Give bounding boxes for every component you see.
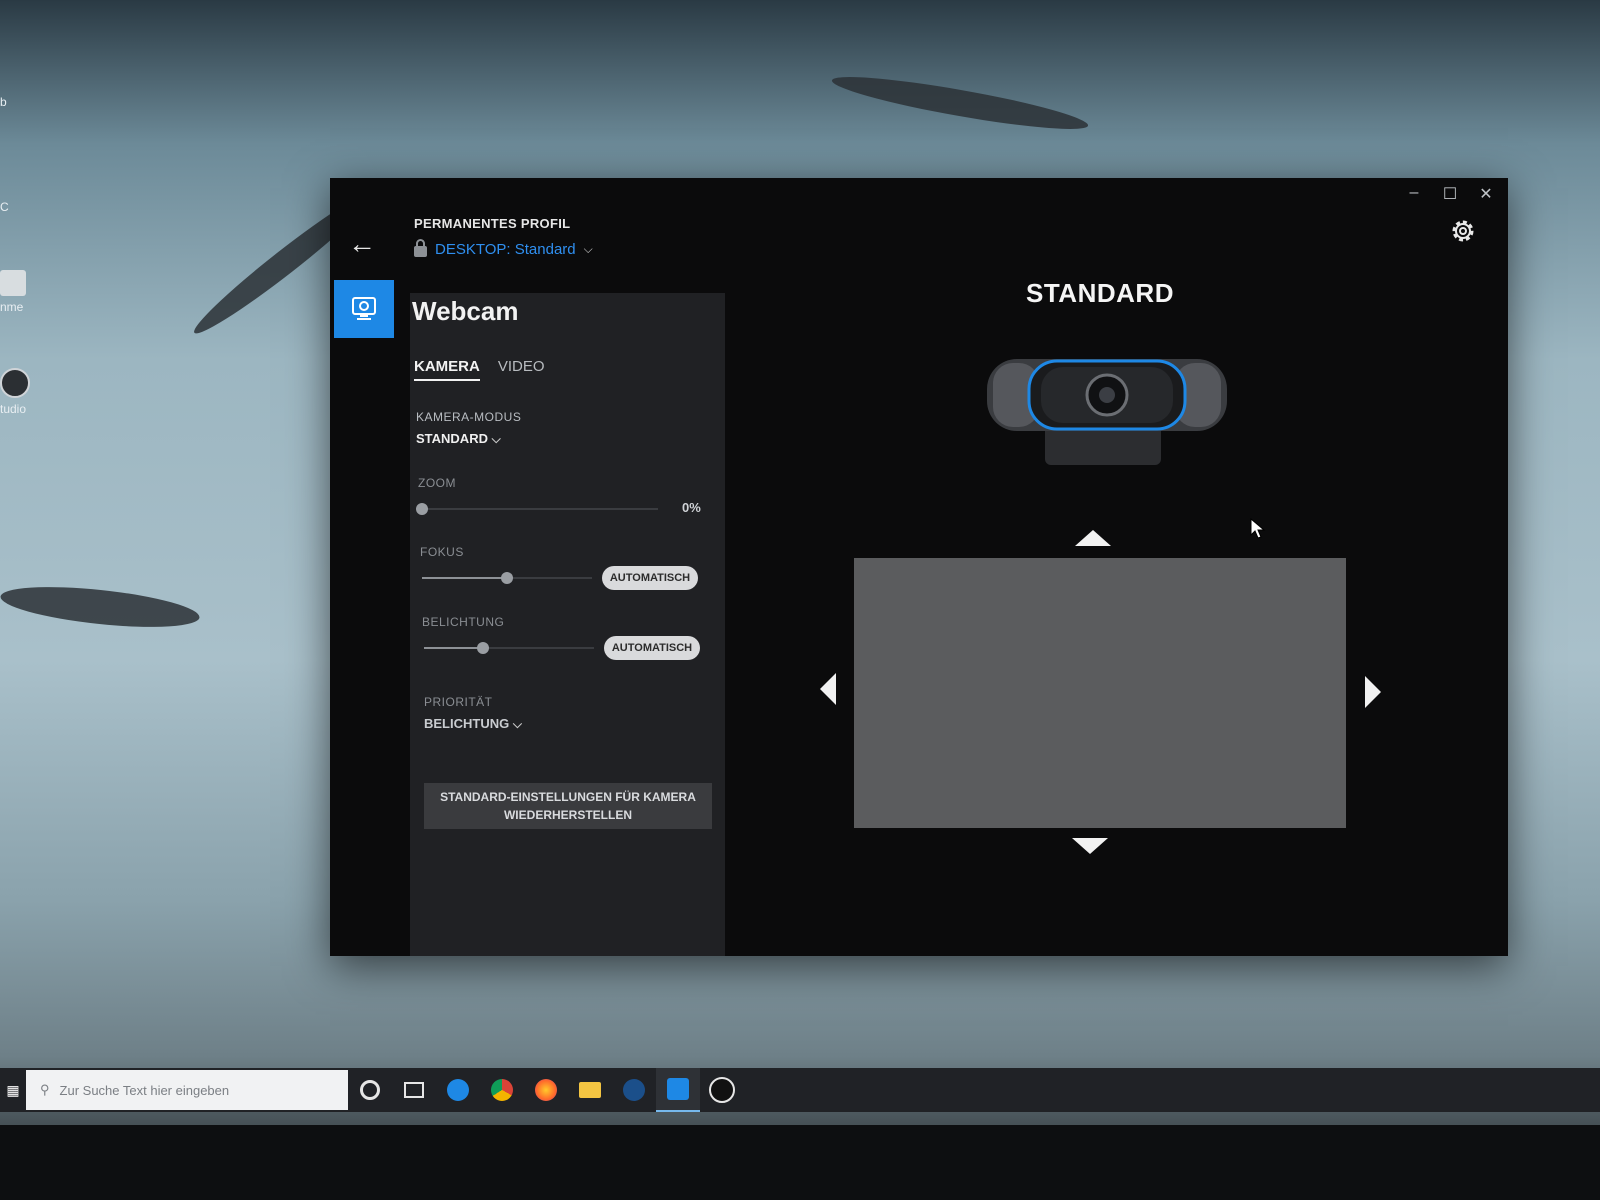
search-icon: ⚲ <box>40 1082 50 1097</box>
reset-button-line1: STANDARD-EINSTELLUNGEN FÜR KAMERA <box>440 790 696 804</box>
search-placeholder: Zur Suche Text hier eingeben <box>59 1082 230 1098</box>
edge-icon[interactable] <box>436 1068 480 1112</box>
priority-dropdown[interactable]: BELICHTUNG ⌵ <box>424 716 522 732</box>
pan-right-arrow-icon[interactable] <box>1365 676 1381 708</box>
steam-icon[interactable] <box>612 1068 656 1112</box>
mouse-pointer-icon <box>1250 518 1266 539</box>
wallpaper-streak <box>829 67 1091 139</box>
desktop-icon[interactable]: tudio <box>0 368 40 416</box>
close-button[interactable]: ✕ <box>1478 184 1494 204</box>
window-controls: – ☐ ✕ <box>1406 184 1494 204</box>
zoom-slider-thumb[interactable] <box>416 503 428 515</box>
maximize-button[interactable]: ☐ <box>1442 184 1458 204</box>
logitech-g-hub-icon[interactable] <box>700 1068 744 1112</box>
profile-selector[interactable]: DESKTOP: Standard ⌵ <box>414 239 593 258</box>
monitor-bezel <box>0 1125 1600 1200</box>
profile-block: PERMANENTES PROFIL DESKTOP: Standard ⌵ <box>414 216 593 258</box>
zoom-slider[interactable] <box>416 503 658 515</box>
zoom-label: ZOOM <box>418 476 456 490</box>
reset-defaults-button[interactable]: STANDARD-EINSTELLUNGEN FÜR KAMERA WIEDER… <box>424 783 712 829</box>
tab-bar: KAMERA VIDEO <box>414 358 545 381</box>
desktop-icon-label: C <box>0 200 9 214</box>
priority-label: PRIORITÄT <box>424 695 493 709</box>
exposure-slider-thumb[interactable] <box>477 642 489 654</box>
tab-video[interactable]: VIDEO <box>498 358 545 381</box>
back-arrow-icon[interactable]: ← <box>348 228 376 260</box>
document-icon <box>0 270 26 296</box>
focus-auto-toggle[interactable]: AUTOMATISCH <box>602 566 698 590</box>
profile-label: PERMANENTES PROFIL <box>414 216 571 231</box>
taskbar: ▦ ⚲ Zur Suche Text hier eingeben <box>0 1068 1600 1112</box>
webcam-image <box>985 353 1229 474</box>
camera-mode-title: STANDARD <box>1026 278 1174 308</box>
desktop-icon[interactable]: C <box>0 200 40 214</box>
pan-left-arrow-icon[interactable] <box>820 673 836 705</box>
zoom-value: 0% <box>682 500 701 515</box>
cortana-icon[interactable] <box>348 1068 392 1112</box>
minimize-button[interactable]: – <box>1406 184 1422 204</box>
camera-preview[interactable] <box>854 558 1346 828</box>
focus-slider[interactable] <box>422 572 592 584</box>
chevron-down-icon: ⌵ <box>491 432 501 446</box>
focus-label: FOKUS <box>420 545 464 559</box>
focus-slider-thumb[interactable] <box>501 572 513 584</box>
profile-value: DESKTOP: Standard <box>435 241 576 258</box>
obs-icon <box>0 368 30 398</box>
device-title: Webcam <box>412 296 519 326</box>
priority-value: BELICHTUNG <box>424 716 510 731</box>
tab-kamera[interactable]: KAMERA <box>414 358 480 381</box>
exposure-auto-toggle[interactable]: AUTOMATISCH <box>604 636 700 660</box>
lock-icon <box>414 239 427 257</box>
exposure-slider[interactable] <box>424 642 594 654</box>
pan-up-arrow-icon[interactable] <box>1075 530 1111 546</box>
start-button[interactable]: ▦ <box>0 1068 26 1112</box>
chrome-icon[interactable] <box>480 1068 524 1112</box>
camera-mode-dropdown[interactable]: STANDARD ⌵ <box>416 431 501 447</box>
chevron-down-icon: ⌵ <box>512 717 522 731</box>
pan-down-arrow-icon[interactable] <box>1072 838 1108 854</box>
reset-button-line2: WIEDERHERSTELLEN <box>503 808 632 822</box>
desktop-icon-label: b <box>0 95 7 109</box>
desktop-icon-label: nme <box>0 300 24 314</box>
logitech-app-window: – ☐ ✕ ← PERMANENTES PROFIL DESKTOP: Stan… <box>330 178 1508 956</box>
desktop-icon[interactable]: nme <box>0 270 40 314</box>
exposure-slider-fill <box>424 647 483 649</box>
logitech-app-icon[interactable] <box>656 1068 700 1112</box>
gear-icon[interactable] <box>1448 216 1478 251</box>
camera-mode-value: STANDARD <box>416 431 488 446</box>
task-view-icon[interactable] <box>392 1068 436 1112</box>
camera-mode-label: KAMERA-MODUS <box>416 410 522 424</box>
taskbar-search[interactable]: ⚲ Zur Suche Text hier eingeben <box>26 1070 348 1110</box>
file-explorer-icon[interactable] <box>568 1068 612 1112</box>
firefox-icon[interactable] <box>524 1068 568 1112</box>
chevron-down-icon: ⌵ <box>583 242 593 256</box>
webcam-device-tile[interactable] <box>334 280 394 338</box>
exposure-label: BELICHTUNG <box>422 615 505 629</box>
focus-slider-fill <box>422 577 507 579</box>
wallpaper-streak <box>0 579 202 635</box>
desktop-icon-label: tudio <box>0 402 27 416</box>
desktop-icon[interactable]: b <box>0 95 40 109</box>
webcam-icon <box>352 297 376 320</box>
